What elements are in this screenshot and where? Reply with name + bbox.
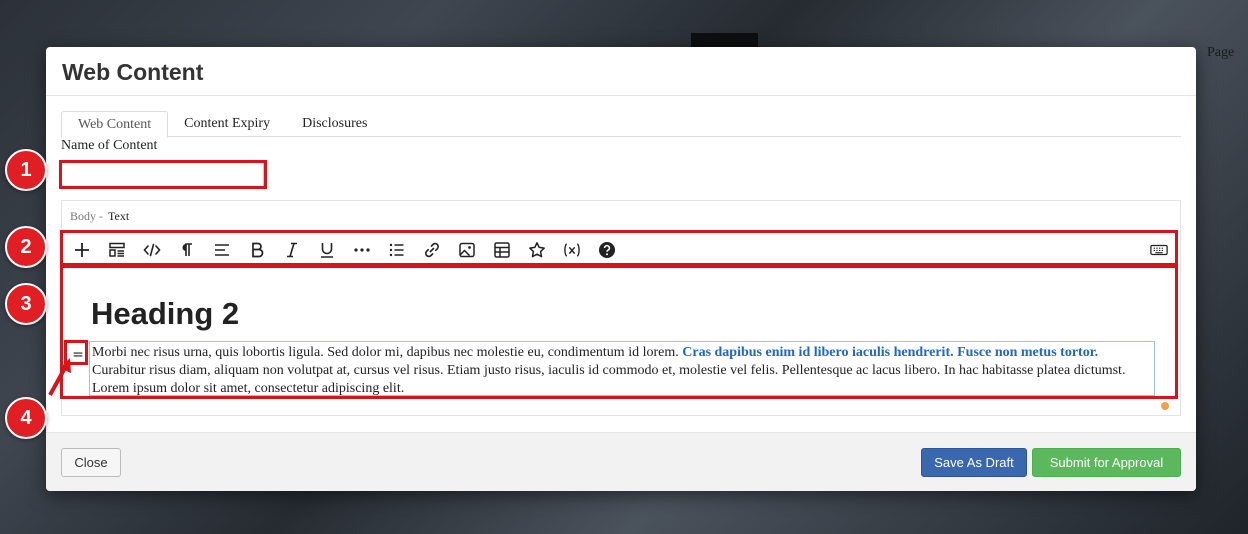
body-type-label: Text bbox=[108, 209, 130, 223]
tab-web-content[interactable]: Web Content bbox=[61, 111, 169, 138]
callout-box-handle bbox=[64, 340, 88, 365]
callout-box-content bbox=[60, 265, 1178, 399]
background-page-link[interactable]: Page bbox=[1207, 45, 1234, 61]
callout-badge-2: 2 bbox=[5, 226, 47, 268]
body-label: Body - Text bbox=[70, 209, 129, 224]
modal-header: Web Content bbox=[46, 47, 1196, 96]
save-as-draft-button[interactable]: Save As Draft bbox=[921, 448, 1027, 477]
callout-box-toolbar bbox=[60, 230, 1178, 266]
close-button[interactable]: Close bbox=[61, 448, 121, 477]
tab-bar: Web Content Content Expiry Disclosures bbox=[61, 111, 1181, 138]
tab-disclosures[interactable]: Disclosures bbox=[286, 111, 383, 137]
name-of-content-label: Name of Content bbox=[61, 138, 158, 153]
callout-badge-3: 3 bbox=[5, 283, 47, 325]
body-label-prefix: Body - bbox=[70, 209, 103, 223]
modal-title: Web Content bbox=[62, 58, 204, 85]
editor-status-dot bbox=[1161, 402, 1169, 410]
modal-footer: Close Save As Draft Submit for Approval bbox=[46, 432, 1196, 491]
tab-content-expiry[interactable]: Content Expiry bbox=[168, 111, 286, 137]
callout-badge-1: 1 bbox=[5, 149, 47, 191]
submit-for-approval-button[interactable]: Submit for Approval bbox=[1032, 448, 1181, 477]
callout-box-name-field bbox=[59, 160, 267, 189]
callout-badge-4: 4 bbox=[5, 397, 47, 439]
